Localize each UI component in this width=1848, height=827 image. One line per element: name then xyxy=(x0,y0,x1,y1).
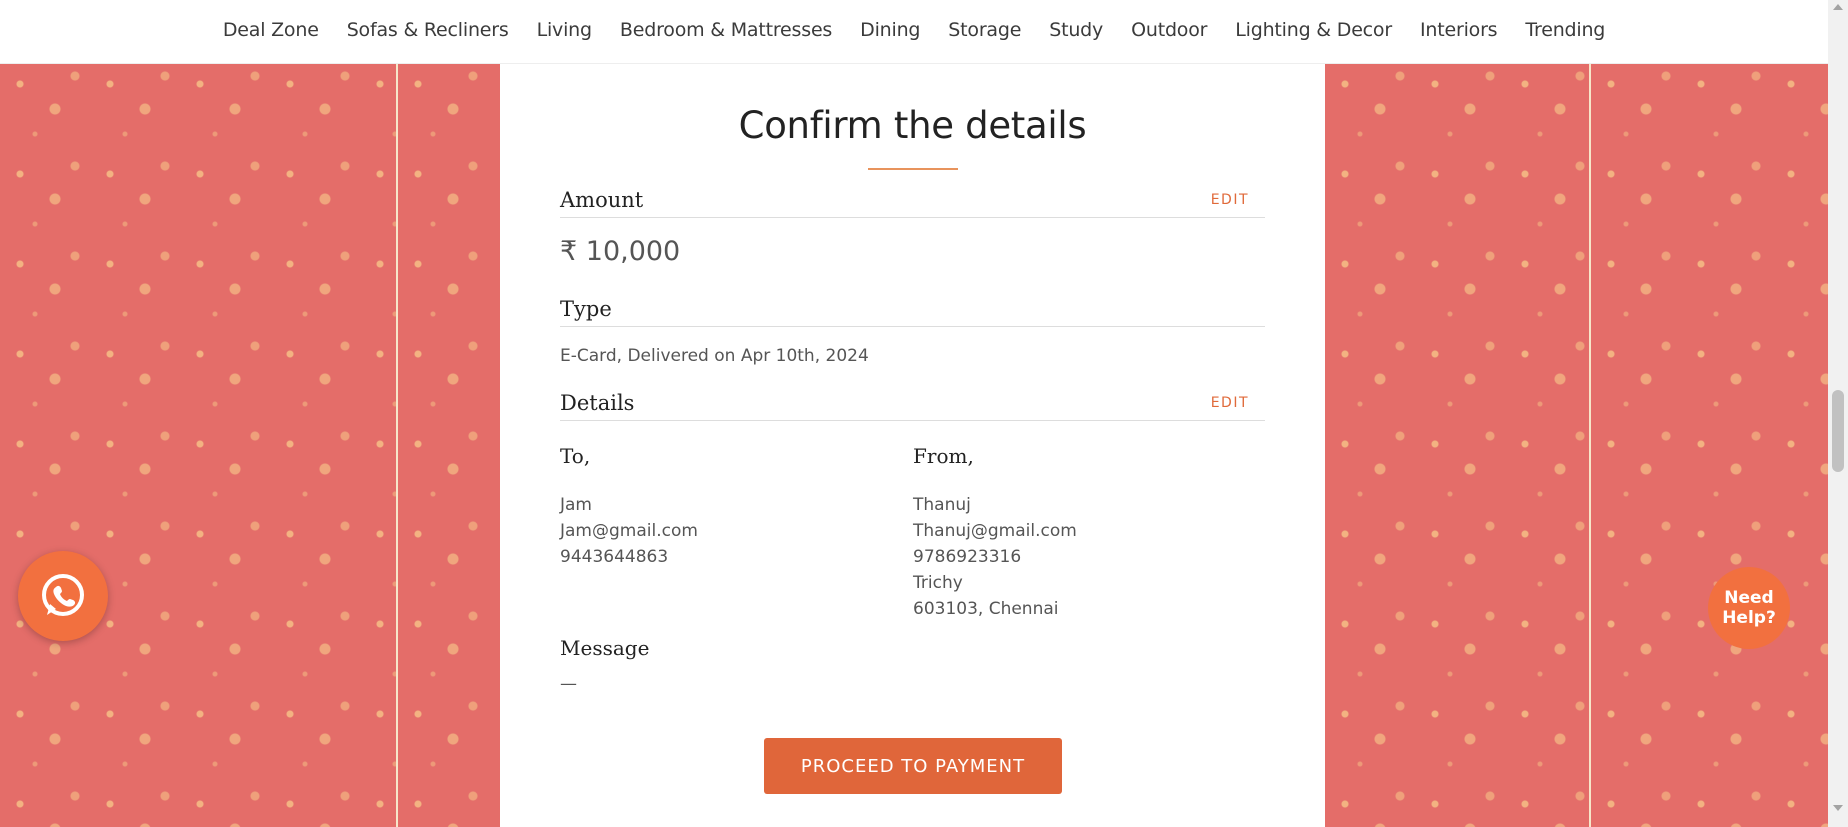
birthday-pattern-panel xyxy=(398,64,500,827)
need-help-label: Need Help? xyxy=(1722,588,1776,628)
type-label: Type xyxy=(560,297,612,321)
from-heading: From, xyxy=(913,444,974,468)
nav-item-storage[interactable]: Storage xyxy=(934,19,1035,41)
recipient-phone: 9443644863 xyxy=(560,547,669,567)
amount-value: ₹ 10,000 xyxy=(560,236,681,267)
details-label: Details xyxy=(560,391,635,415)
details-edit-link[interactable]: EDIT xyxy=(1211,395,1249,411)
nav-item-lighting-decor[interactable]: Lighting & Decor xyxy=(1221,19,1406,41)
nav-item-bedroom-mattresses[interactable]: Bedroom & Mattresses xyxy=(606,19,846,41)
nav-item-trending[interactable]: Trending xyxy=(1511,19,1619,41)
nav-item-sofas-recliners[interactable]: Sofas & Recliners xyxy=(333,19,523,41)
recipient-email: Jam@gmail.com xyxy=(560,521,698,541)
sender-email: Thanuj@gmail.com xyxy=(913,521,1077,541)
proceed-to-payment-button[interactable]: PROCEED TO PAYMENT xyxy=(764,738,1062,794)
scrollbar-thumb[interactable] xyxy=(1832,390,1844,472)
recipient-name: Jam xyxy=(560,495,592,515)
top-navigation: Deal Zone Sofas & Recliners Living Bedro… xyxy=(0,0,1828,64)
scroll-up-arrow-icon[interactable] xyxy=(1833,4,1843,10)
sender-name: Thanuj xyxy=(913,495,971,515)
scroll-down-arrow-icon[interactable] xyxy=(1833,805,1843,811)
page-title: Confirm the details xyxy=(738,104,1087,147)
sender-phone: 9786923316 xyxy=(913,547,1022,567)
type-section-header: Type xyxy=(560,297,1265,327)
recipient-details: To, Jam Jam@gmail.com 9443644863 xyxy=(560,444,698,570)
birthday-pattern-panel xyxy=(1325,64,1589,827)
amount-section-header: Amount EDIT xyxy=(560,188,1265,218)
type-value: E-Card, Delivered on Apr 10th, 2024 xyxy=(560,346,869,366)
nav-item-deal-zone[interactable]: Deal Zone xyxy=(209,19,333,41)
message-label: Message xyxy=(560,636,650,660)
nav-item-dining[interactable]: Dining xyxy=(846,19,934,41)
nav-item-living[interactable]: Living xyxy=(523,19,606,41)
amount-edit-link[interactable]: EDIT xyxy=(1211,192,1249,208)
birthday-pattern-panel xyxy=(1591,64,1828,827)
sender-city: Trichy xyxy=(913,573,963,593)
message-value: — xyxy=(560,674,577,694)
title-underline xyxy=(868,168,958,170)
confirm-details-card: Confirm the details Amount EDIT ₹ 10,000… xyxy=(500,64,1325,827)
sender-details: From, Thanuj Thanuj@gmail.com 9786923316… xyxy=(913,444,1077,622)
to-heading: To, xyxy=(560,444,591,468)
nav-item-study[interactable]: Study xyxy=(1035,19,1117,41)
need-help-button[interactable]: Need Help? xyxy=(1708,567,1790,649)
sender-pincode-state: 603103, Chennai xyxy=(913,599,1059,619)
whatsapp-icon xyxy=(42,574,84,616)
details-section-header: Details EDIT xyxy=(560,391,1265,421)
page-scrollbar[interactable] xyxy=(1828,0,1848,827)
nav-item-interiors[interactable]: Interiors xyxy=(1406,19,1511,41)
whatsapp-button[interactable] xyxy=(18,551,108,641)
birthday-pattern-panel xyxy=(0,64,396,827)
nav-item-outdoor[interactable]: Outdoor xyxy=(1117,19,1221,41)
amount-label: Amount xyxy=(560,188,644,212)
